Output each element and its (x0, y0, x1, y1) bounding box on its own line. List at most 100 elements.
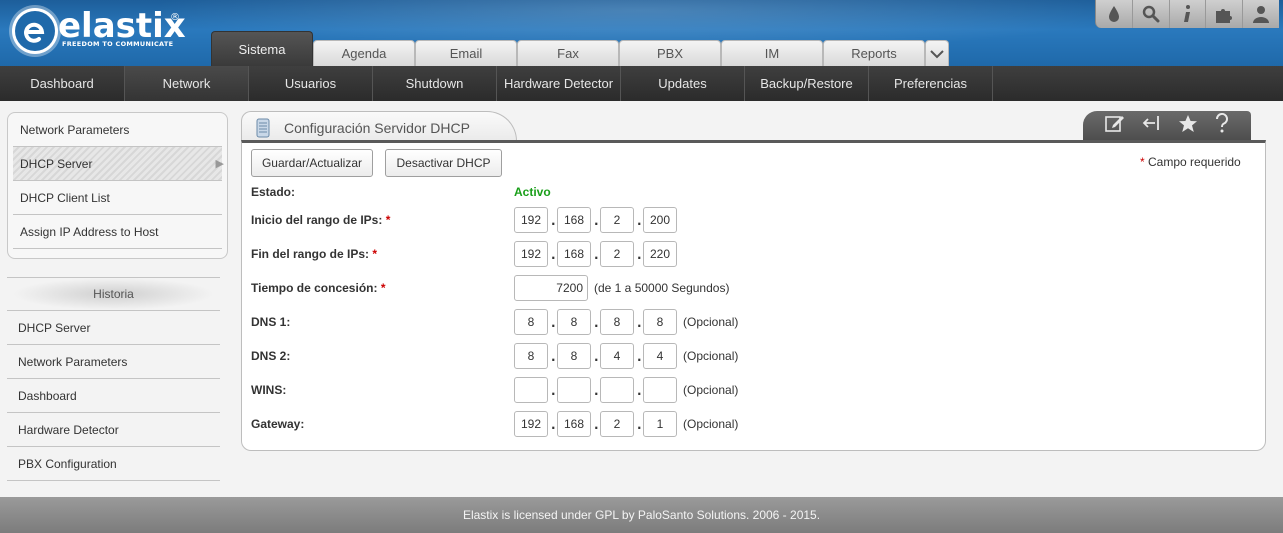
tab-im[interactable]: IM (721, 40, 823, 66)
tab-reports[interactable]: Reports (823, 40, 925, 66)
sidebar-item-dhcp-client-list[interactable]: DHCP Client List (13, 181, 222, 215)
logo-text: elastix (58, 6, 186, 46)
wins-octet-2[interactable] (557, 377, 591, 403)
dns1-label: DNS 1: (251, 315, 291, 329)
range-start-label-text: Inicio del rango de IPs: (251, 213, 383, 227)
subnav-network[interactable]: Network (125, 66, 249, 101)
dns2-octet-2[interactable]: 8 (557, 343, 591, 369)
tab-pbx[interactable]: PBX (619, 40, 721, 66)
range-end-label-text: Fin del rango de IPs: (251, 247, 370, 261)
help-icon[interactable] (1215, 112, 1229, 138)
required-note-text: Campo requerido (1148, 155, 1241, 169)
info-icon[interactable] (1170, 0, 1207, 28)
range-end-octet-2[interactable]: 168 (557, 241, 591, 267)
sidebar-item-dhcp-server[interactable]: DHCP Server ▶ (13, 147, 224, 181)
save-button[interactable]: Guardar/Actualizar (251, 149, 373, 177)
tab-email[interactable]: Email (415, 40, 517, 66)
dns1-octet-2[interactable]: 8 (557, 309, 591, 335)
dns2-octet-1[interactable]: 8 (514, 343, 548, 369)
range-start-octet-3[interactable]: 2 (600, 207, 634, 233)
tab-agenda[interactable]: Agenda (313, 40, 415, 66)
lease-label: Tiempo de concesión: * (251, 281, 385, 295)
lease-hint: (de 1 a 50000 Segundos) (594, 281, 730, 295)
dns2-octet-4[interactable]: 4 (643, 343, 677, 369)
sidebar-item-assign-ip[interactable]: Assign IP Address to Host (13, 215, 222, 249)
page-title: Configuración Servidor DHCP (284, 119, 470, 136)
top-icon-bar (1095, 0, 1279, 28)
sidebar-item-label: Network Parameters (20, 122, 130, 137)
subnav-updates[interactable]: Updates (621, 66, 745, 101)
required-note: * Campo requerido (1140, 155, 1241, 169)
history-item-network-parameters[interactable]: Network Parameters (7, 345, 220, 379)
ip-dot: . (594, 248, 599, 262)
range-start-octet-2[interactable]: 168 (557, 207, 591, 233)
tab-fax[interactable]: Fax (517, 40, 619, 66)
gateway-octet-2[interactable]: 168 (557, 411, 591, 437)
chevron-down-icon (930, 49, 944, 58)
ip-dot: . (594, 214, 599, 228)
logo-mark-icon (12, 8, 58, 54)
search-icon[interactable] (1133, 0, 1170, 28)
gateway-optional-hint: (Opcional) (683, 417, 739, 431)
range-end-octet-3[interactable]: 2 (600, 241, 634, 267)
history-item-dhcp-server[interactable]: DHCP Server (7, 311, 220, 345)
drop-icon[interactable] (1096, 0, 1133, 28)
gateway-octet-1[interactable]: 192 (514, 411, 548, 437)
dns1-octet-1[interactable]: 8 (514, 309, 548, 335)
ip-dot: . (551, 418, 556, 432)
sidebar: Network Parameters DHCP Server ▶ DHCP Cli… (7, 112, 228, 481)
dns2-optional-hint: (Opcional) (683, 349, 739, 363)
range-end-octet-4[interactable]: 220 (643, 241, 677, 267)
tabs-more-button[interactable] (925, 40, 949, 66)
required-mark: * (380, 281, 386, 295)
puzzle-icon[interactable] (1206, 0, 1244, 28)
subnav-backup-restore[interactable]: Backup/Restore (745, 66, 869, 101)
range-start-octet-1[interactable]: 192 (514, 207, 548, 233)
wins-octet-4[interactable] (643, 377, 677, 403)
range-start-label: Inicio del rango de IPs: * (251, 213, 390, 227)
ip-dot: . (637, 248, 642, 262)
gateway-octet-3[interactable]: 2 (600, 411, 634, 437)
ip-dot: . (551, 350, 556, 364)
sidebar-item-network-parameters[interactable]: Network Parameters (13, 113, 222, 147)
ip-dot: . (551, 384, 556, 398)
range-end-octet-1[interactable]: 192 (514, 241, 548, 267)
ip-dot: . (594, 350, 599, 364)
triangle-right-icon: ▶ (215, 158, 224, 170)
wins-octet-1[interactable] (514, 377, 548, 403)
dns2-octet-3[interactable]: 4 (600, 343, 634, 369)
dns1-optional-hint: (Opcional) (683, 315, 739, 329)
sidebar-menu: Network Parameters DHCP Server ▶ DHCP Cli… (7, 112, 228, 259)
elastix-logo[interactable]: elastix ® FREEDOM TO COMMUNICATE (12, 8, 186, 58)
history-item-dashboard[interactable]: Dashboard (7, 379, 220, 413)
user-icon[interactable] (1243, 0, 1279, 28)
range-start-octet-4[interactable]: 200 (643, 207, 677, 233)
tab-sistema[interactable]: Sistema (211, 31, 313, 66)
gateway-octet-4[interactable]: 1 (643, 411, 677, 437)
edit-icon[interactable] (1105, 114, 1125, 137)
lease-label-text: Tiempo de concesión: (251, 281, 378, 295)
history-item-pbx-configuration[interactable]: PBX Configuration (7, 447, 220, 481)
ip-dot: . (594, 418, 599, 432)
header: elastix ® FREEDOM TO COMMUNICATE Sistema… (0, 0, 1283, 66)
ip-dot: . (551, 248, 556, 262)
star-icon[interactable] (1178, 114, 1198, 138)
subnav-dashboard[interactable]: Dashboard (0, 66, 125, 101)
deactivate-dhcp-button[interactable]: Desactivar DHCP (385, 149, 502, 177)
dns1-octet-4[interactable]: 8 (643, 309, 677, 335)
sidebar-item-label: DHCP Client List (20, 190, 110, 205)
sidebar-item-label: Assign IP Address to Host (20, 224, 159, 239)
history-list: Historia DHCP Server Network Parameters … (7, 277, 220, 481)
dns1-octet-3[interactable]: 8 (600, 309, 634, 335)
history-item-hardware-detector[interactable]: Hardware Detector (7, 413, 220, 447)
history-title: Historia (7, 277, 220, 311)
footer: Elastix is licensed under GPL by PaloSan… (0, 497, 1283, 533)
collapse-icon[interactable] (1142, 114, 1162, 137)
lease-time-input[interactable]: 7200 (514, 275, 588, 301)
wins-optional-hint: (Opcional) (683, 383, 739, 397)
subnav-preferencias[interactable]: Preferencias (869, 66, 993, 101)
subnav-hardware-detector[interactable]: Hardware Detector (497, 66, 621, 101)
wins-octet-3[interactable] (600, 377, 634, 403)
subnav-usuarios[interactable]: Usuarios (249, 66, 373, 101)
subnav-shutdown[interactable]: Shutdown (373, 66, 497, 101)
